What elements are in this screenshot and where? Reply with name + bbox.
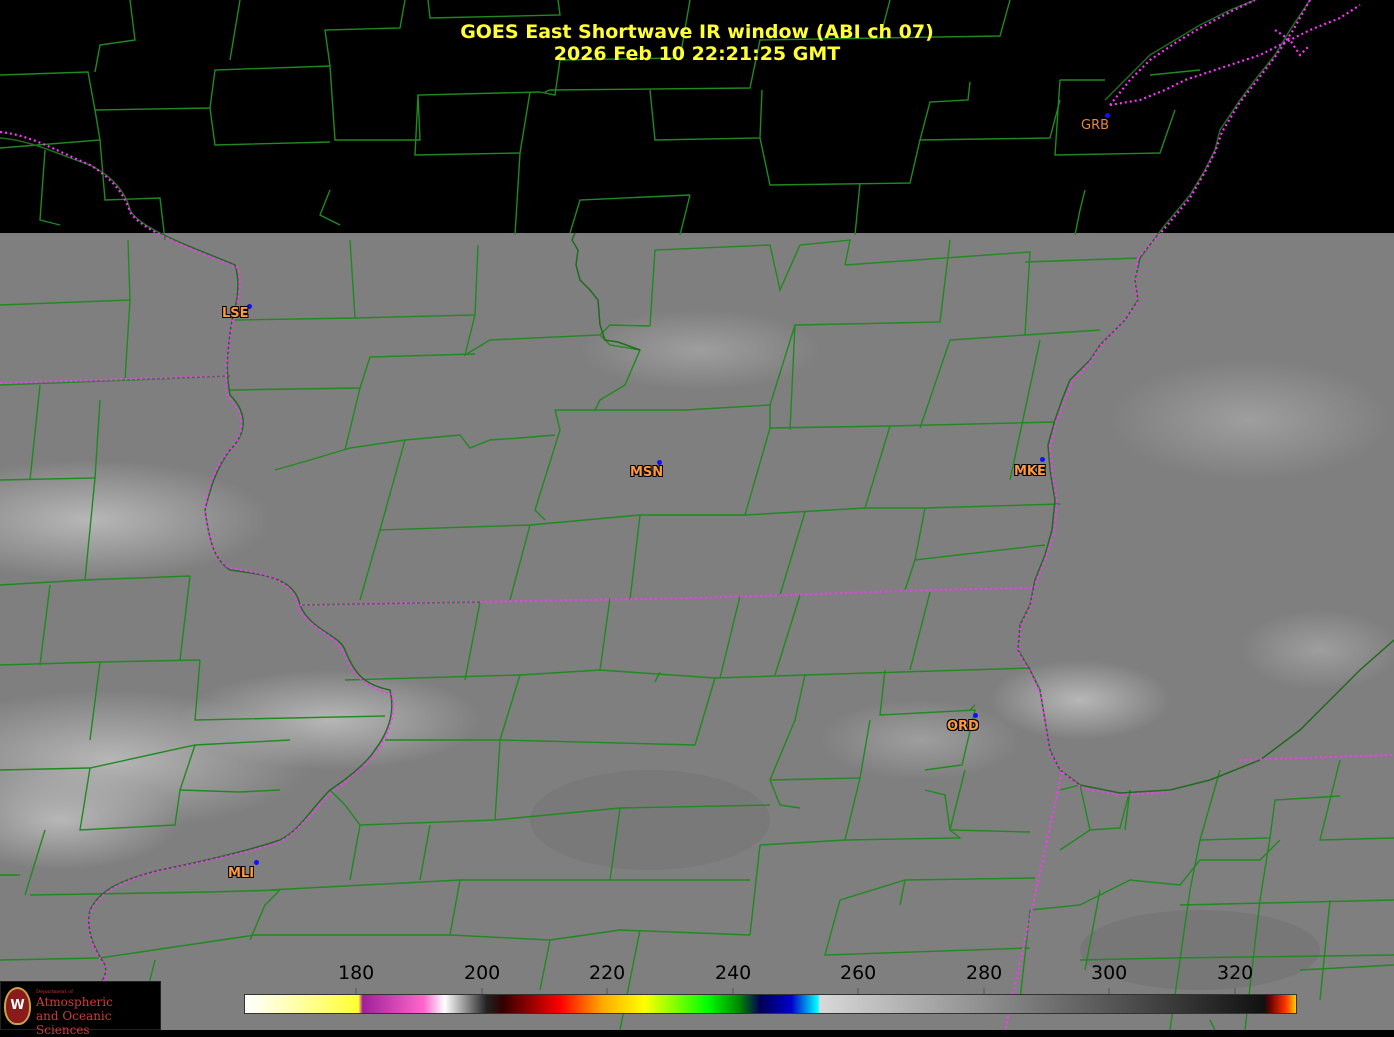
- city-label-lse: LSE: [222, 306, 249, 321]
- city-dot-mli: [254, 860, 259, 865]
- city-label-ord: ORD: [947, 719, 979, 734]
- uw-seal-icon: W: [4, 987, 31, 1025]
- colorbar-tick-220: 220: [589, 962, 626, 984]
- colorbar-tick-240: 240: [715, 962, 752, 984]
- city-label-mke: MKE: [1014, 464, 1046, 479]
- colorbar-tick-200: 200: [464, 962, 501, 984]
- city-label-mli: MLI: [228, 866, 255, 881]
- city-dot-ord: [973, 713, 978, 718]
- colorbar-tick-280: 280: [966, 962, 1003, 984]
- city-dot-mke: [1040, 457, 1045, 462]
- image-timestamp: 2026 Feb 10 22:21:25 GMT: [553, 43, 841, 65]
- colorbar-tick-300: 300: [1091, 962, 1128, 984]
- temperature-colorbar: [244, 994, 1297, 1014]
- image-title: GOES East Shortwave IR window (ABI ch 07…: [460, 21, 934, 43]
- city-label-msn: MSN: [630, 465, 664, 480]
- colorbar-tick-320: 320: [1217, 962, 1254, 984]
- logo-line2: and Oceanic Sciences: [36, 1009, 112, 1037]
- colorbar-tick-260: 260: [840, 962, 877, 984]
- colorbar-tick-180: 180: [338, 962, 375, 984]
- city-label-grb: GRB: [1081, 118, 1110, 133]
- satellite-map: [0, 0, 1394, 1030]
- aos-logo: W Department of Atmospheric and Oceanic …: [0, 981, 161, 1037]
- logo-line1: Atmospheric: [36, 995, 113, 1009]
